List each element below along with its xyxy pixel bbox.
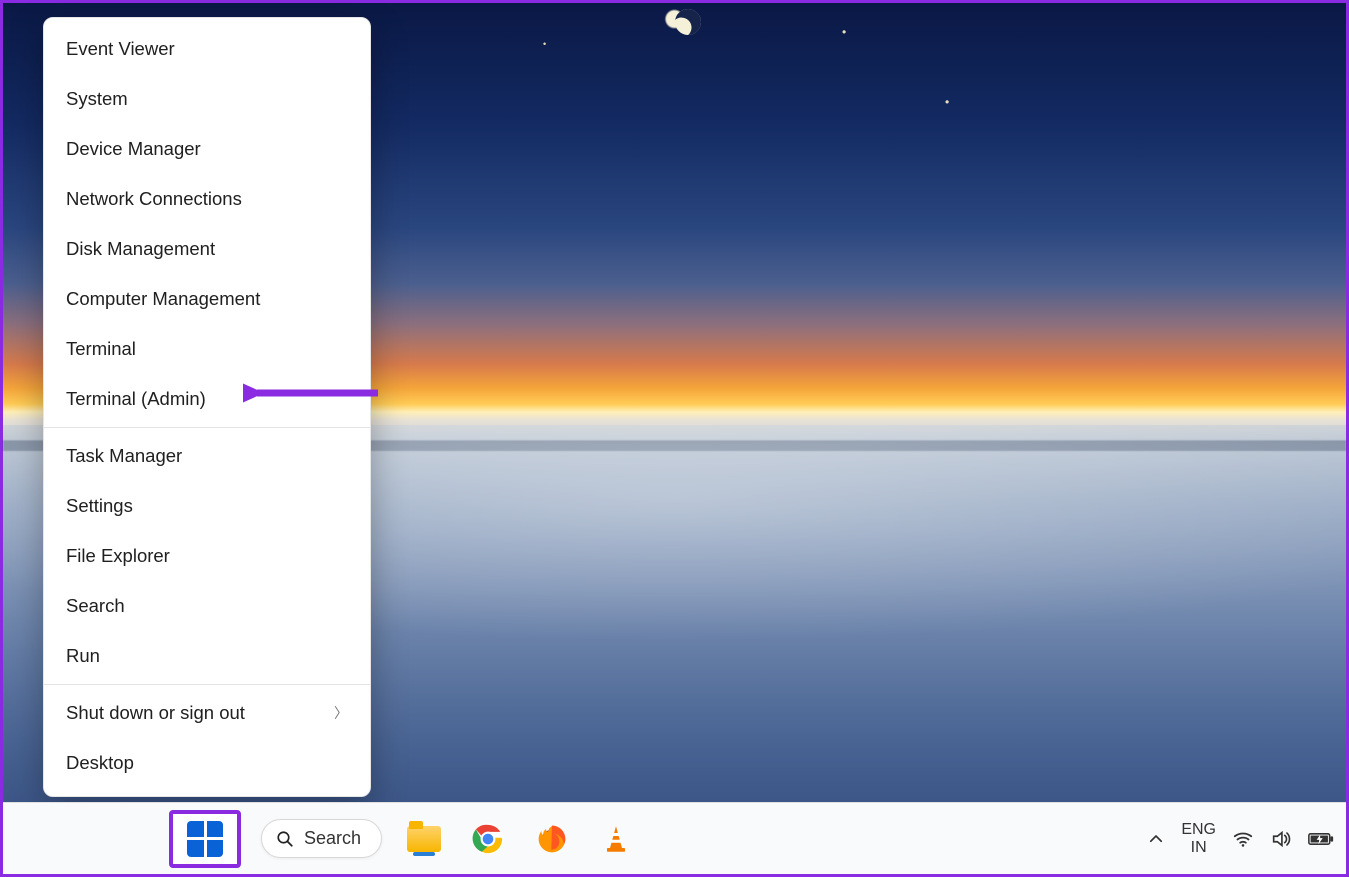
taskbar-file-explorer[interactable]	[402, 817, 446, 861]
language-indicator[interactable]: ENG IN	[1181, 821, 1216, 856]
menu-item-label: Shut down or sign out	[66, 702, 245, 724]
menu-item-shutdown-signout[interactable]: Shut down or sign out 〉	[44, 688, 370, 738]
chevron-right-icon: 〉	[334, 703, 348, 723]
menu-item-network-connections[interactable]: Network Connections	[44, 174, 370, 224]
menu-item-label: Terminal	[66, 338, 136, 360]
menu-item-label: Disk Management	[66, 238, 215, 260]
menu-item-task-manager[interactable]: Task Manager	[44, 431, 370, 481]
menu-separator	[44, 684, 370, 685]
taskbar-firefox[interactable]	[530, 817, 574, 861]
taskbar-vlc[interactable]	[594, 817, 638, 861]
taskbar-search-button[interactable]: Search	[261, 819, 382, 858]
menu-item-search[interactable]: Search	[44, 581, 370, 631]
tray-overflow-button[interactable]	[1147, 830, 1165, 848]
volume-indicator[interactable]	[1270, 828, 1292, 850]
menu-item-computer-management[interactable]: Computer Management	[44, 274, 370, 324]
menu-item-label: Search	[66, 595, 125, 617]
battery-indicator[interactable]	[1308, 830, 1334, 848]
menu-item-label: Task Manager	[66, 445, 182, 467]
menu-separator	[44, 427, 370, 428]
language-top: ENG	[1181, 821, 1216, 839]
folder-icon	[407, 826, 441, 852]
search-label: Search	[304, 828, 361, 849]
menu-item-desktop[interactable]: Desktop	[44, 738, 370, 788]
language-bottom: IN	[1181, 839, 1216, 857]
vlc-cone-icon	[601, 824, 631, 854]
firefox-icon	[536, 823, 568, 855]
menu-item-label: Computer Management	[66, 288, 260, 310]
moon-graphic	[671, 5, 704, 38]
menu-item-label: Settings	[66, 495, 133, 517]
chrome-icon	[471, 822, 505, 856]
menu-item-device-manager[interactable]: Device Manager	[44, 124, 370, 174]
menu-item-label: Device Manager	[66, 138, 201, 160]
battery-icon	[1308, 830, 1334, 848]
star-graphic: •	[543, 39, 546, 49]
menu-item-terminal-admin[interactable]: Terminal (Admin)	[44, 374, 370, 424]
menu-item-file-explorer[interactable]: File Explorer	[44, 531, 370, 581]
start-button[interactable]	[169, 810, 241, 868]
taskbar: Search	[3, 802, 1346, 874]
menu-item-system[interactable]: System	[44, 74, 370, 124]
star-graphic: •	[842, 25, 846, 39]
windows-logo-icon	[187, 821, 223, 857]
menu-item-label: Run	[66, 645, 100, 667]
menu-item-settings[interactable]: Settings	[44, 481, 370, 531]
taskbar-chrome[interactable]	[466, 817, 510, 861]
menu-item-label: Desktop	[66, 752, 134, 774]
menu-item-terminal[interactable]: Terminal	[44, 324, 370, 374]
menu-item-disk-management[interactable]: Disk Management	[44, 224, 370, 274]
menu-item-event-viewer[interactable]: Event Viewer	[44, 24, 370, 74]
menu-item-label: System	[66, 88, 128, 110]
wifi-indicator[interactable]	[1232, 828, 1254, 850]
speaker-icon	[1270, 828, 1292, 850]
star-graphic: •	[945, 95, 949, 109]
wifi-icon	[1232, 828, 1254, 850]
menu-item-run[interactable]: Run	[44, 631, 370, 681]
menu-item-label: Event Viewer	[66, 38, 175, 60]
winx-context-menu: Event Viewer System Device Manager Netwo…	[43, 17, 371, 797]
search-icon	[276, 830, 294, 848]
chevron-up-icon	[1147, 830, 1165, 848]
menu-item-label: File Explorer	[66, 545, 170, 567]
menu-item-label: Network Connections	[66, 188, 242, 210]
menu-item-label: Terminal (Admin)	[66, 388, 206, 410]
